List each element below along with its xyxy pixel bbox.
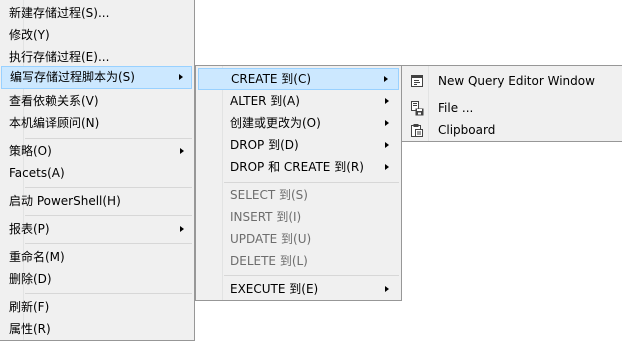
menu-item-insert-to[interactable]: INSERT 到(I)	[198, 206, 399, 228]
menu-item-update-to[interactable]: UPDATE 到(U)	[198, 228, 399, 250]
submenu-arrow-icon	[180, 226, 184, 232]
script-as-submenu: CREATE 到(C) ALTER 到(A) 创建或更改为(O) DROP 到(…	[195, 65, 402, 301]
menu-item-drop-and-create-to[interactable]: DROP 和 CREATE 到(R)	[198, 156, 399, 178]
menu-item-file[interactable]: File ...	[404, 97, 620, 119]
menu-item-reports[interactable]: 报表(P)	[1, 218, 192, 240]
submenu-arrow-icon	[385, 120, 389, 126]
menu-item-properties[interactable]: 属性(R)	[1, 318, 192, 340]
menu-separator	[224, 182, 399, 183]
submenu-arrow-icon	[385, 142, 389, 148]
menu-item-delete-to[interactable]: DELETE 到(L)	[198, 250, 399, 272]
menu-item-select-to[interactable]: SELECT 到(S)	[198, 184, 399, 206]
menu-item-policies[interactable]: 策略(O)	[1, 140, 192, 162]
save-file-icon	[409, 100, 425, 116]
menu-item-native-compilation-advisor[interactable]: 本机编译顾问(N)	[1, 112, 192, 134]
submenu-arrow-icon	[179, 74, 183, 80]
clipboard-icon	[409, 122, 425, 138]
submenu-arrow-icon	[385, 286, 389, 292]
query-window-icon	[409, 73, 425, 89]
create-to-submenu: New Query Editor Window File ... Clipboa…	[401, 65, 622, 142]
menu-item-new-query-editor-window[interactable]: New Query Editor Window	[404, 70, 620, 92]
submenu-arrow-icon	[180, 148, 184, 154]
menu-item-delete[interactable]: 删除(D)	[1, 268, 192, 290]
menu-item-alter-to[interactable]: ALTER 到(A)	[198, 90, 399, 112]
menu-item-new-stored-procedure[interactable]: 新建存储过程(S)...	[1, 2, 192, 24]
menu-item-create-to[interactable]: CREATE 到(C)	[198, 68, 399, 90]
menu-separator	[25, 187, 192, 188]
menu-separator	[25, 215, 192, 216]
menu-separator	[25, 138, 192, 139]
menu-separator	[25, 243, 192, 244]
menu-item-start-powershell[interactable]: 启动 PowerShell(H)	[1, 190, 192, 212]
menu-item-drop-to[interactable]: DROP 到(D)	[198, 134, 399, 156]
menu-item-script-stored-procedure-as[interactable]: 编写存储过程脚本为(S)	[1, 66, 192, 89]
submenu-arrow-icon	[385, 164, 389, 170]
menu-item-execute-to[interactable]: EXECUTE 到(E)	[198, 278, 399, 300]
menu-item-refresh[interactable]: 刷新(F)	[1, 296, 192, 318]
menu-separator	[224, 275, 399, 276]
menu-item-view-dependencies[interactable]: 查看依赖关系(V)	[1, 90, 192, 112]
menu-item-rename[interactable]: 重命名(M)	[1, 246, 192, 268]
menu-item-facets[interactable]: Facets(A)	[1, 162, 192, 184]
menu-item-modify[interactable]: 修改(Y)	[1, 24, 192, 46]
menu-item-create-or-alter-to[interactable]: 创建或更改为(O)	[198, 112, 399, 134]
menu-item-clipboard[interactable]: Clipboard	[404, 119, 620, 141]
menu-separator	[25, 293, 192, 294]
submenu-arrow-icon	[385, 98, 389, 104]
submenu-arrow-icon	[384, 76, 388, 82]
context-menu: 新建存储过程(S)... 修改(Y) 执行存储过程(E)... 编写存储过程脚本…	[0, 0, 195, 341]
menu-item-execute-stored-procedure[interactable]: 执行存储过程(E)...	[1, 46, 192, 68]
